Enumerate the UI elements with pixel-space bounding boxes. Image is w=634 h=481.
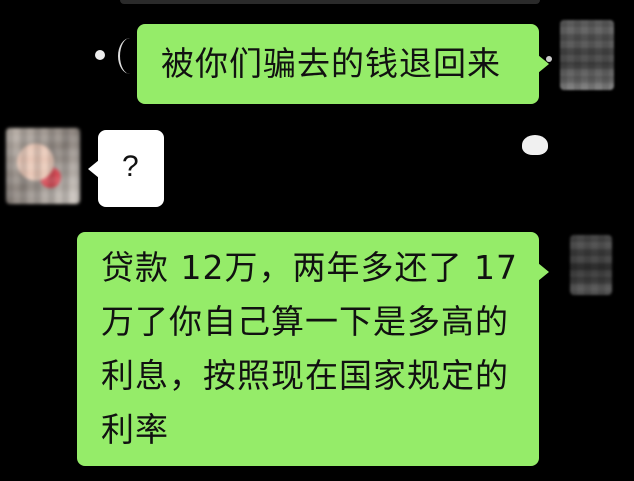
outgoing-message[interactable]: 贷款 12万，两年多还了 17 万了你自己算一下是多高的利息，按照现在国家规定的… (77, 232, 549, 466)
incoming-message[interactable]: ? (88, 130, 164, 207)
message-text: 贷款 12万，两年多还了 17 万了你自己算一下是多高的利息，按照现在国家规定的… (101, 248, 530, 449)
message-text: ? (122, 150, 139, 183)
previous-message-edge (120, 0, 540, 4)
avatar-right[interactable] (560, 20, 614, 90)
chat-window: 被你们骗去的钱退回来 ? 贷款 12万，两年多还了 17 万了你自己算一下是多高… (0, 0, 634, 481)
background-speck (95, 50, 105, 60)
message-text: 被你们骗去的钱退回来 (161, 44, 501, 83)
avatar-left[interactable] (6, 128, 80, 204)
avatar-right[interactable] (570, 235, 612, 295)
background-speck (522, 135, 548, 155)
outgoing-message[interactable]: 被你们骗去的钱退回来 (137, 24, 549, 104)
